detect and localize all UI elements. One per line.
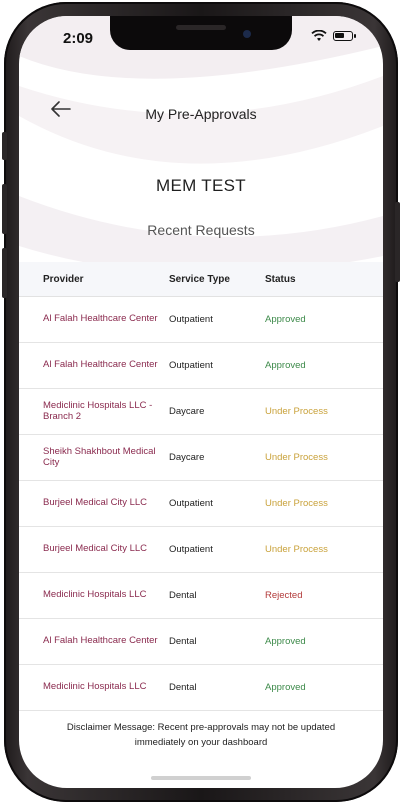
column-header-status: Status	[265, 273, 296, 285]
provider-name: Al Falah Healthcare Center	[43, 359, 158, 371]
status-time: 2:09	[63, 30, 94, 47]
column-header-service-type: Service Type	[169, 273, 230, 285]
service-type: Dental	[169, 682, 197, 693]
table-row[interactable]: Al Falah Healthcare Center Outpatient Appr…	[19, 343, 383, 389]
provider-name: Burjeel Medical City LLC	[43, 543, 148, 555]
status-label: Under Process	[265, 452, 328, 463]
requests-table: Provider Service Type Status Al Falah He…	[19, 262, 383, 711]
table-row[interactable]: Al Falah Healthcare Center Outpatient Appr…	[19, 297, 383, 343]
phone-side-button	[2, 184, 7, 234]
service-type: Dental	[169, 590, 197, 601]
member-name: MEM TEST	[156, 176, 246, 195]
table-row[interactable]: Sheikh Shakhbout Medical City Daycare Unde…	[19, 435, 383, 481]
service-type: Daycare	[169, 406, 205, 417]
phone-frame: 2:09 My Pre-Approvals MEM TEST Recent Re…	[2, 2, 400, 802]
page-title: My Pre-Approvals	[145, 106, 257, 122]
provider-name: Mediclinic Hospitals LLC	[43, 589, 147, 601]
notch-speaker	[176, 25, 226, 30]
phone-notch	[110, 16, 292, 50]
status-label: Approved	[265, 314, 306, 325]
status-label: Approved	[265, 636, 306, 647]
status-label: Under Process	[265, 406, 328, 417]
phone-side-button	[2, 248, 7, 298]
column-header-provider: Provider	[43, 273, 84, 285]
table-row[interactable]: Al Falah Healthcare Center Dental Approved	[19, 619, 383, 665]
service-type: Dental	[169, 636, 197, 647]
phone-side-button	[2, 132, 7, 160]
phone-side-button	[395, 202, 400, 282]
table-row[interactable]: Mediclinic Hospitals LLC Dental Approved	[19, 665, 383, 711]
table-row[interactable]: Burjeel Medical City LLC Outpatient Under …	[19, 481, 383, 527]
service-type: Outpatient	[169, 498, 213, 509]
app-screen: 2:09 My Pre-Approvals MEM TEST Recent Re…	[19, 16, 383, 788]
home-indicator	[151, 776, 251, 780]
service-type: Outpatient	[169, 360, 213, 371]
table-row[interactable]: Burjeel Medical City LLC Outpatient Under …	[19, 527, 383, 573]
table-row[interactable]: Mediclinic Hospitals LLC Dental Rejected	[19, 573, 383, 619]
status-label: Rejected	[265, 590, 303, 601]
table-header: Provider Service Type Status	[19, 262, 383, 297]
provider-name: Al Falah Healthcare Center	[43, 313, 158, 325]
service-type: Daycare	[169, 452, 205, 463]
status-label: Approved	[265, 682, 306, 693]
table-row[interactable]: Mediclinic Hospitals LLC - Branch 2 Dayca…	[19, 389, 383, 435]
table-body: Al Falah Healthcare Center Outpatient Appr…	[19, 297, 383, 711]
provider-name: Burjeel Medical City LLC	[43, 497, 148, 509]
status-label: Approved	[265, 360, 306, 371]
service-type: Outpatient	[169, 544, 213, 555]
status-icons	[311, 30, 356, 42]
status-label: Under Process	[265, 498, 328, 509]
status-label: Under Process	[265, 544, 328, 555]
battery-icon	[333, 31, 356, 41]
provider-name: Mediclinic Hospitals LLC	[43, 681, 147, 693]
notch-camera	[243, 30, 251, 38]
service-type: Outpatient	[169, 314, 213, 325]
provider-name: Mediclinic Hospitals LLC - Branch 2	[43, 399, 153, 422]
disclaimer-message: Disclaimer Message: Recent pre-approvals…	[66, 722, 336, 749]
wifi-icon	[311, 30, 327, 41]
provider-name: Al Falah Healthcare Center	[43, 635, 158, 647]
provider-name: Sheikh Shakhbout Medical City	[43, 445, 156, 468]
section-title: Recent Requests	[147, 222, 255, 238]
